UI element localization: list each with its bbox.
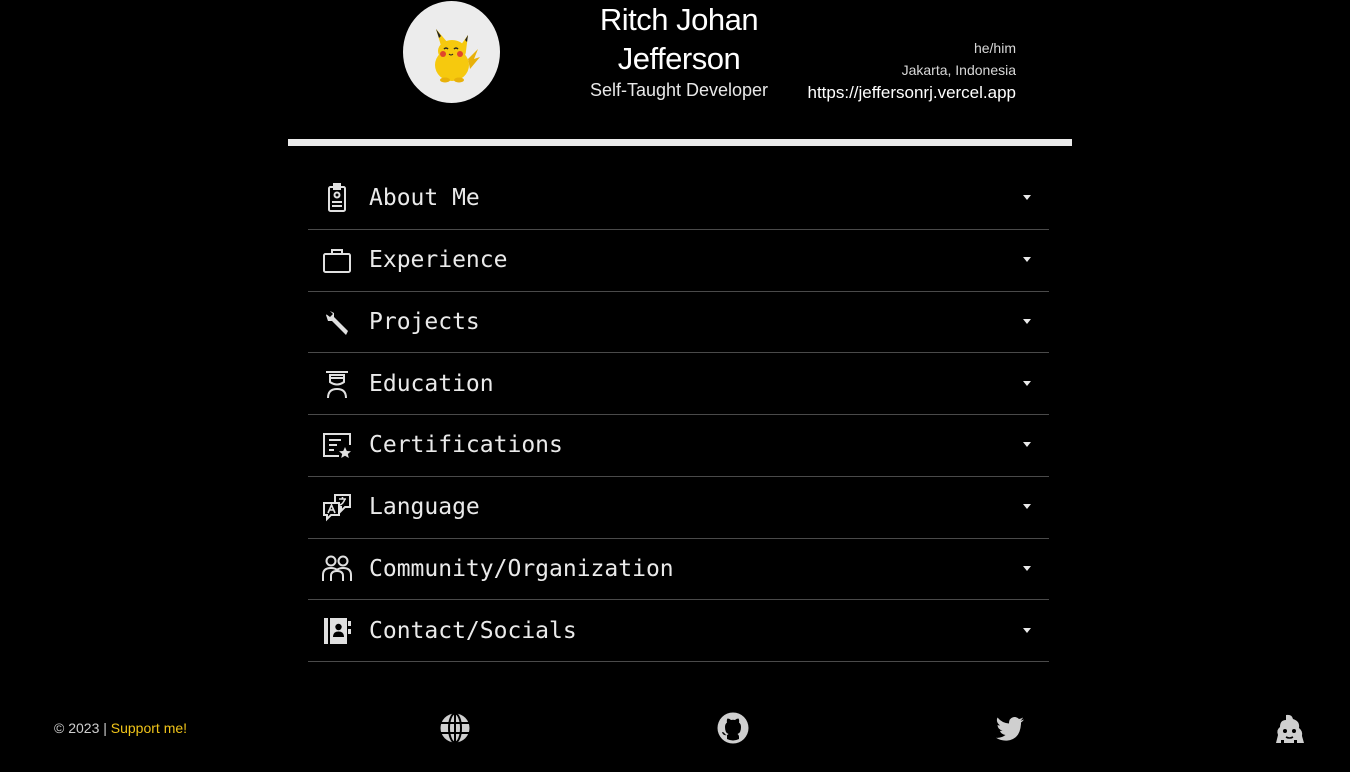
- section-label: Experience: [369, 247, 508, 274]
- caret-down-icon: [1023, 442, 1031, 448]
- section-about-me[interactable]: About Me: [308, 168, 1049, 230]
- graduate-icon: [320, 367, 354, 401]
- pikachu-avatar-icon: [434, 29, 480, 83]
- section-list: About Me Experience Projects Education C…: [308, 168, 1049, 662]
- caret-down-icon: [1023, 318, 1031, 324]
- profile-name-line1: Ritch Johan: [599, 2, 759, 37]
- caret-down-icon: [1023, 195, 1031, 201]
- support-me-link[interactable]: Support me!: [111, 720, 187, 736]
- profile-location: Jakarta, Indonesia: [901, 62, 1016, 78]
- section-community-organization[interactable]: Community/Organization: [308, 539, 1049, 601]
- profile-website-link[interactable]: https://jeffersonrj.vercel.app: [807, 81, 1016, 105]
- profile-name-line2: Jefferson: [617, 41, 741, 76]
- section-language[interactable]: Language: [308, 477, 1049, 539]
- section-label: Language: [369, 494, 480, 521]
- profile-meta: he/him Jakarta, Indonesia https://jeffer…: [807, 37, 1016, 105]
- github-icon[interactable]: [715, 710, 751, 746]
- copyright: © 2023 | Support me!: [54, 720, 187, 736]
- copyright-text: © 2023 |: [54, 720, 111, 736]
- caret-down-icon: [1023, 565, 1031, 571]
- profile-role: Self-Taught Developer: [589, 80, 769, 100]
- profile-pronouns: he/him: [973, 40, 1016, 56]
- globe-icon[interactable]: [437, 710, 473, 746]
- section-label: About Me: [369, 185, 480, 212]
- saweria-icon[interactable]: [1271, 710, 1307, 746]
- section-contact-socials[interactable]: Contact/Socials: [308, 600, 1049, 662]
- section-label: Education: [369, 370, 494, 397]
- section-label: Community/Organization: [369, 555, 674, 582]
- id-badge-icon: [320, 181, 354, 215]
- profile-name: Ritch Johan Jefferson: [570, 0, 788, 78]
- section-education[interactable]: Education: [308, 353, 1049, 415]
- people-icon: [320, 552, 354, 586]
- wrench-icon: [320, 305, 354, 339]
- caret-down-icon: [1023, 380, 1031, 386]
- avatar: [403, 1, 500, 103]
- contact-book-icon: [320, 614, 354, 648]
- caret-down-icon: [1023, 504, 1031, 510]
- translate-icon: [320, 490, 354, 524]
- section-label: Contact/Socials: [369, 617, 577, 644]
- certificate-icon: [320, 428, 354, 462]
- section-projects[interactable]: Projects: [308, 292, 1049, 354]
- header-divider: [288, 139, 1072, 146]
- section-certifications[interactable]: Certifications: [308, 415, 1049, 477]
- section-label: Projects: [369, 308, 480, 335]
- briefcase-icon: [320, 243, 354, 277]
- section-label: Certifications: [369, 432, 563, 459]
- caret-down-icon: [1023, 257, 1031, 263]
- caret-down-icon: [1023, 627, 1031, 633]
- section-experience[interactable]: Experience: [308, 230, 1049, 292]
- twitter-icon[interactable]: [992, 710, 1028, 746]
